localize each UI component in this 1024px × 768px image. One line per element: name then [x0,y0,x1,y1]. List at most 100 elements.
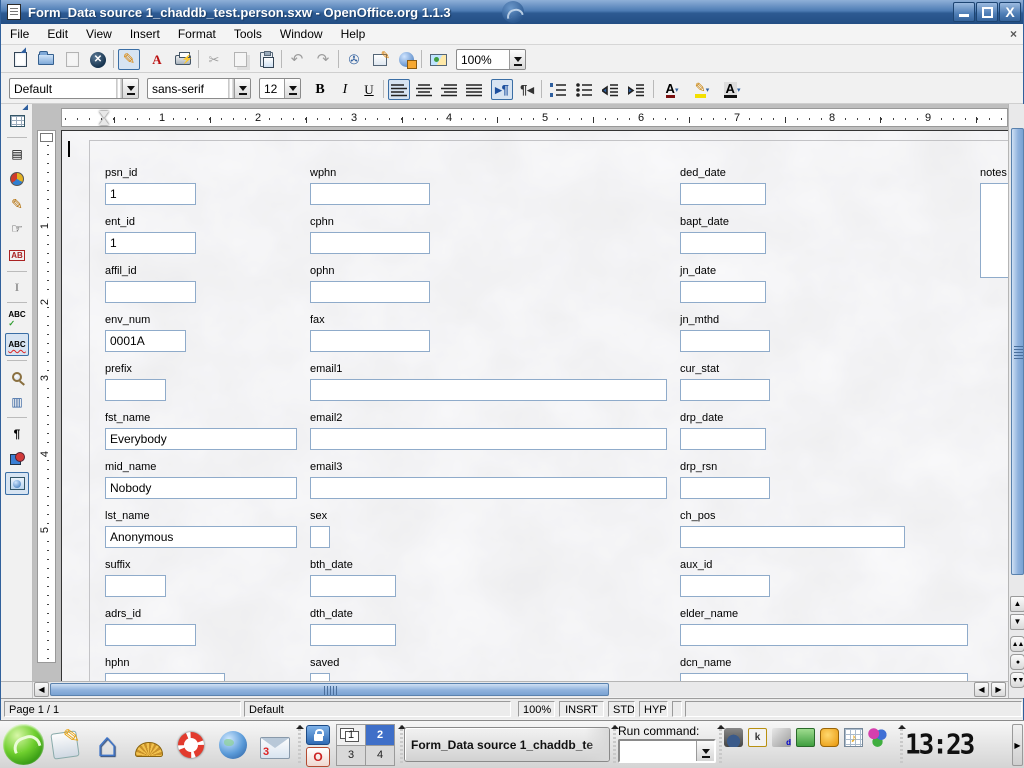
form-functions-button[interactable]: ☞ [5,217,29,240]
find-replace-button[interactable] [5,365,29,388]
input-affil_id[interactable] [105,281,196,303]
style-dropdown-button[interactable] [122,79,138,98]
pager-desktop-3[interactable]: 3 [337,746,365,766]
input-dth_date[interactable] [310,624,396,646]
run-command-input[interactable] [620,741,696,761]
rtl-button[interactable]: ¶◂ [516,79,538,100]
vertical-scrollbar-thumb[interactable] [1011,128,1024,575]
vertical-ruler[interactable]: 1 2 3 4 5 [37,130,56,663]
horizontal-ruler[interactable]: 1 2 3 4 5 6 7 8 9 [61,108,1008,127]
status-page[interactable]: Page 1 / 1 [4,701,241,717]
run-command-dropdown[interactable] [696,741,714,761]
input-ded_date[interactable] [680,183,766,205]
print-button[interactable] [172,49,194,70]
font-value[interactable]: sans-serif [148,79,228,98]
insert-button[interactable] [5,109,29,132]
pager-desktop-2[interactable]: 2 [366,725,394,745]
input-wphn[interactable] [310,183,430,205]
indent-marker[interactable] [98,111,110,125]
zoom-dropdown-button[interactable] [509,50,525,69]
previous-page-button[interactable]: ▲▲ [1010,636,1024,652]
font-dropdown-button[interactable] [234,79,250,98]
paste-button[interactable] [255,49,277,70]
horizontal-scrollbar-thumb[interactable] [50,683,609,696]
kinternet-tray-icon[interactable]: d [772,728,791,747]
input-cur_stat[interactable] [680,379,770,401]
help-launcher[interactable] [172,726,210,764]
input-email3[interactable] [310,477,667,499]
input-aux_id[interactable] [680,575,770,597]
input-fax[interactable] [310,330,430,352]
align-left-button[interactable] [388,79,410,100]
input-bth_date[interactable] [310,575,396,597]
data-sources-button[interactable]: ▥ [5,390,29,413]
scroll-right-edge-button[interactable]: ▶ [991,682,1006,697]
pager-desktop-4[interactable]: 4 [366,746,394,766]
menu-edit[interactable]: Edit [38,25,77,43]
web-browser-launcher[interactable] [214,726,252,764]
increase-indent-button[interactable] [625,79,647,100]
highlighting-button[interactable]: ✎▾ [689,79,715,100]
mail-calendar-launcher[interactable] [256,726,294,764]
zoom-value[interactable]: 100% [457,50,509,69]
copy-button[interactable] [229,49,251,70]
panel-hide-button[interactable]: ▶ [1012,724,1023,766]
menu-tools[interactable]: Tools [225,25,271,43]
italic-button[interactable]: I [334,79,356,100]
horizontal-scrollbar[interactable]: ◀ ◀ ▶ [1,681,1008,697]
graphics-on-off-button[interactable] [5,447,29,470]
font-combo[interactable]: sans-serif [147,78,251,99]
ltr-button[interactable]: ▸¶ [491,79,513,100]
stylist-button[interactable] [369,49,391,70]
status-insert-mode[interactable]: INSRT [559,701,604,717]
direct-cursor-button[interactable]: I [5,275,29,298]
input-bapt_date[interactable] [680,232,766,254]
input-email2[interactable] [310,428,667,450]
status-zoom[interactable]: 100% [518,701,555,717]
cut-button[interactable]: ✂ [203,49,225,70]
menu-format[interactable]: Format [169,25,225,43]
color-balls-tray-icon[interactable] [868,728,887,747]
numbering-button[interactable] [547,79,569,100]
save-button[interactable] [61,49,83,70]
stop-button[interactable]: ✕ [87,49,109,70]
font-color-button[interactable]: A▾ [659,79,685,100]
menu-file[interactable]: File [1,25,38,43]
vertical-scrollbar[interactable]: ▲ ▼ ▲▲ ● ▼▼ [1008,104,1024,698]
input-hphn[interactable] [105,673,225,681]
font-size-combo[interactable]: 12 [259,78,301,99]
minimize-button[interactable] [953,2,975,22]
input-email1[interactable] [310,379,667,401]
input-env_num[interactable]: 0001A [105,330,186,352]
scroll-left-button[interactable]: ◀ [34,682,49,697]
run-command-combo[interactable] [618,739,716,763]
menu-view[interactable]: View [77,25,121,43]
input-drp_date[interactable] [680,428,766,450]
input-sex[interactable] [310,526,330,548]
decrease-indent-button[interactable] [599,79,621,100]
input-lst_name[interactable]: Anonymous [105,526,297,548]
logout-button[interactable]: O [306,747,330,767]
zoom-combo[interactable]: 100% [456,49,526,70]
background-color-button[interactable]: A▾ [719,79,745,100]
lock-session-button[interactable] [306,725,330,745]
input-notes[interactable] [980,183,1008,278]
nonprinting-characters-button[interactable]: ¶ [5,422,29,445]
document-close-icon[interactable]: × [1010,27,1017,41]
status-selection-mode[interactable]: STD [608,701,635,717]
insert-fields-button[interactable]: ▤ [5,142,29,165]
klipper-tray-icon[interactable]: k [748,728,767,747]
font-size-dropdown-button[interactable] [284,79,300,98]
input-elder_name[interactable] [680,624,968,646]
applet-handle[interactable] [717,725,724,765]
photo-card-tray-icon[interactable] [796,728,815,747]
style-combo[interactable]: Default [9,78,139,99]
auto-spellcheck-button[interactable]: ABC [5,333,29,356]
taskbar-clock[interactable]: 13:23 [905,728,981,762]
menu-help[interactable]: Help [332,25,375,43]
applet-handle[interactable] [611,725,618,765]
align-center-button[interactable] [413,79,435,100]
document-page[interactable]: psn_id1 ent_id1 affil_id env_num0001A pr… [61,130,1008,681]
align-right-button[interactable] [438,79,460,100]
insert-form-field-button[interactable]: AB [5,244,29,267]
